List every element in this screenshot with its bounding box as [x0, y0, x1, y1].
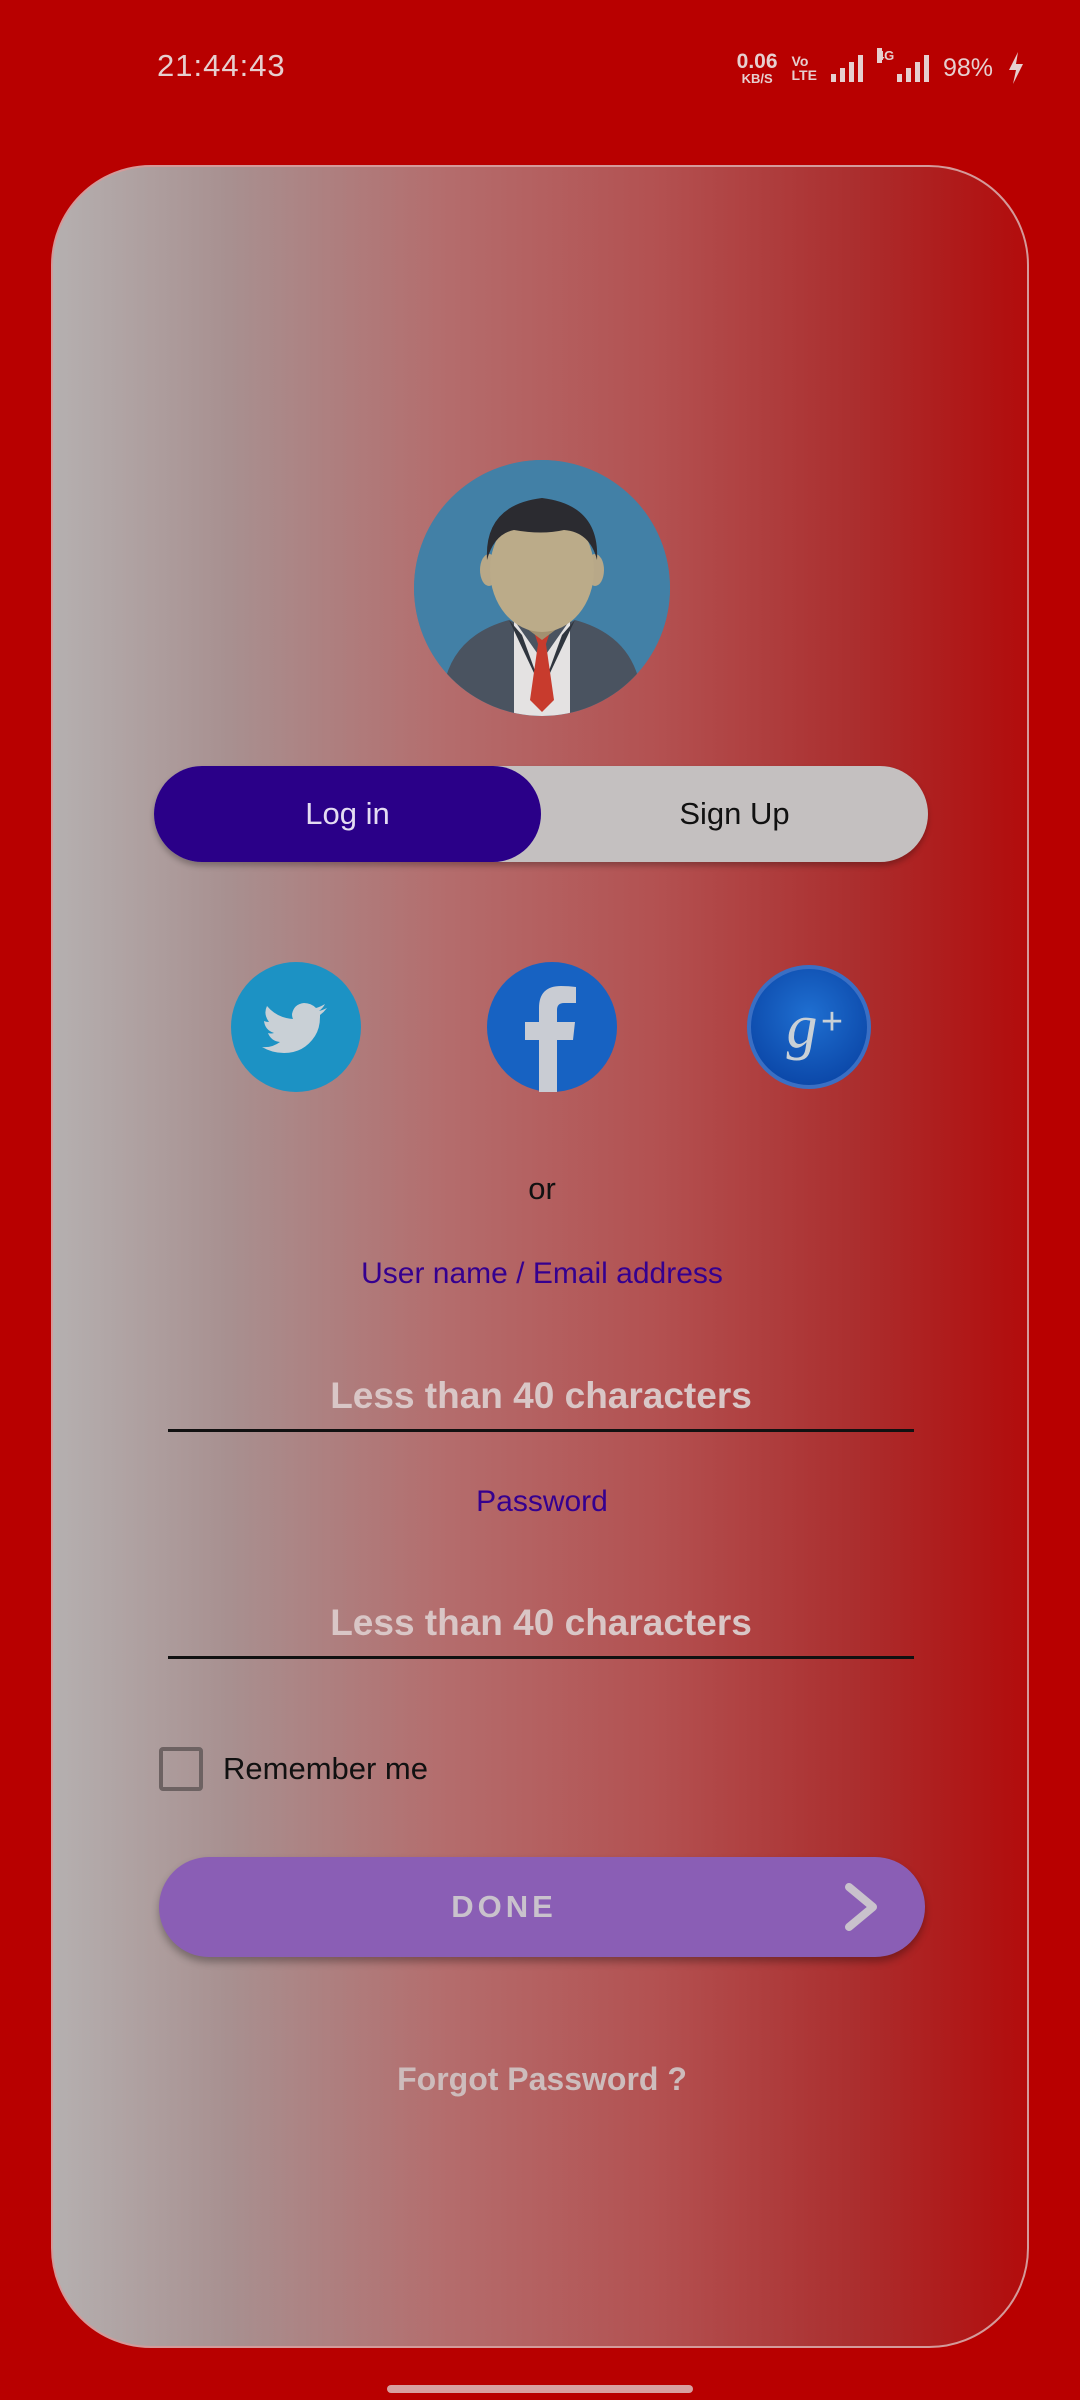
signal-4g-icon: 4G: [876, 48, 929, 82]
status-bar: 21:44:43 0.06 KB/S Vo LTE 4G 98%: [0, 0, 1080, 140]
twitter-icon: [231, 962, 361, 1092]
volte-top: Vo: [791, 53, 809, 69]
username-label: User name / Email address: [361, 1257, 723, 1290]
google-plus-login-button[interactable]: g +: [744, 962, 874, 1092]
tab-log-in[interactable]: Log in: [154, 766, 541, 862]
password-label: Password: [476, 1485, 608, 1518]
svg-text:g: g: [787, 993, 818, 1061]
chevron-right-icon: [845, 1883, 877, 1931]
login-card: Log in Sign Up g + or User name / Email …: [51, 165, 1029, 2348]
remember-me-row[interactable]: Remember me: [159, 1747, 428, 1791]
battery-level: 98%: [942, 53, 993, 82]
volte-icon: Vo LTE: [792, 54, 817, 82]
done-button[interactable]: DONE: [159, 1857, 925, 1957]
password-input[interactable]: [168, 1589, 914, 1659]
charging-bolt-icon: [1009, 52, 1023, 84]
network-4g-label: 4G: [876, 48, 895, 63]
username-input[interactable]: [168, 1362, 914, 1432]
twitter-login-button[interactable]: [231, 962, 361, 1092]
avatar: [414, 460, 670, 716]
home-indicator[interactable]: [387, 2385, 693, 2393]
google-plus-icon: g +: [747, 965, 871, 1089]
network-speed: 0.06 KB/S: [737, 51, 778, 85]
status-icons: 0.06 KB/S Vo LTE 4G 98%: [737, 48, 1025, 88]
volte-bottom: LTE: [791, 67, 817, 83]
remember-me-label: Remember me: [223, 1751, 428, 1786]
network-speed-unit: KB/S: [741, 71, 773, 86]
done-button-label: DONE: [451, 1889, 557, 1924]
facebook-icon: [487, 962, 617, 1092]
auth-mode-toggle: Log in Sign Up: [154, 766, 928, 862]
or-separator: or: [528, 1171, 556, 1206]
tab-sign-up[interactable]: Sign Up: [541, 766, 928, 862]
forgot-password-link[interactable]: Forgot Password ?: [53, 2061, 1027, 2098]
network-speed-value: 0.06: [736, 50, 778, 73]
facebook-login-button[interactable]: [487, 962, 617, 1092]
svg-text:+: +: [821, 1001, 843, 1043]
status-time: 21:44:43: [157, 48, 286, 83]
user-avatar-icon: [414, 460, 670, 716]
signal-icon: [830, 54, 863, 82]
remember-me-checkbox[interactable]: [159, 1747, 203, 1791]
